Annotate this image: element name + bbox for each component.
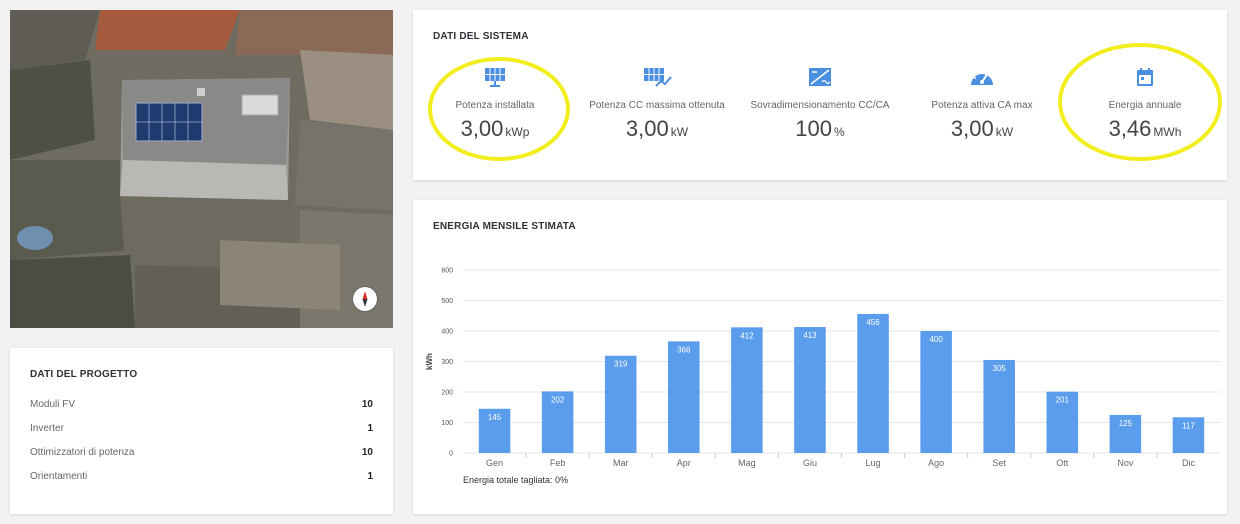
x-tick-label: Apr bbox=[677, 458, 691, 468]
bar-value-label: 400 bbox=[929, 335, 943, 344]
metric-unit: kW bbox=[995, 125, 1014, 139]
x-tick-label: Set bbox=[992, 458, 1006, 468]
dc-ac-ratio-icon bbox=[740, 65, 900, 89]
x-tick-label: Ott bbox=[1056, 458, 1069, 468]
x-tick-label: Ago bbox=[928, 458, 944, 468]
project-row-value: 10 bbox=[361, 447, 373, 458]
bar-value-label: 305 bbox=[993, 364, 1007, 373]
project-row-value: 1 bbox=[367, 471, 373, 482]
compass-icon[interactable] bbox=[353, 287, 377, 311]
metric-label: Energia annuale bbox=[1108, 100, 1182, 111]
project-row-modules: Moduli FV 10 bbox=[30, 399, 373, 410]
metric-value: 3,46 bbox=[1108, 116, 1152, 141]
metric-value: 3,00 bbox=[950, 116, 994, 141]
solar-panel-icon bbox=[415, 65, 575, 89]
aerial-map-view[interactable] bbox=[10, 10, 393, 328]
bar-value-label: 456 bbox=[866, 318, 880, 327]
metric-label: Potenza installata bbox=[455, 100, 535, 111]
metric-unit: kW bbox=[670, 125, 689, 139]
y-tick-label: 600 bbox=[441, 268, 453, 275]
y-tick-label: 200 bbox=[441, 390, 453, 397]
bar bbox=[731, 327, 763, 453]
bar-value-label: 125 bbox=[1119, 419, 1133, 428]
metric-max-dc-power: Potenza CC massima ottenuta 3,00 kW bbox=[577, 65, 737, 142]
y-tick-label: 500 bbox=[441, 298, 453, 305]
x-tick-label: Gen bbox=[486, 458, 503, 468]
project-data-title: DATI DEL PROGETTO bbox=[30, 369, 138, 380]
monthly-energy-chart: 0 100 200 300 400 500 600 kWh 145 Gen 202 Feb 319 Mar… bbox=[425, 268, 1220, 468]
project-row-label: Ottimizzatori di potenza bbox=[30, 447, 135, 458]
bar-value-label: 145 bbox=[488, 413, 502, 422]
bar-value-label: 412 bbox=[740, 331, 754, 340]
metric-max-ac-power: Potenza attiva CA max 3,00 kW bbox=[902, 65, 1062, 142]
y-tick-label: 300 bbox=[441, 359, 453, 366]
project-row-optimizers: Ottimizzatori di potenza 10 bbox=[30, 447, 373, 458]
project-row-value: 10 bbox=[361, 399, 373, 410]
y-tick-label: 0 bbox=[449, 451, 453, 458]
bar bbox=[983, 359, 1015, 453]
metric-unit: MWh bbox=[1153, 125, 1182, 139]
chart-footnote: Energia totale tagliata: 0% bbox=[463, 475, 569, 485]
metric-annual-energy: Energia annuale 3,46 MWh bbox=[1065, 65, 1225, 142]
y-axis-label: kWh bbox=[425, 353, 434, 370]
metric-value: 3,00 bbox=[625, 116, 669, 141]
metric-unit: kWp bbox=[505, 125, 530, 139]
metric-label: Potenza CC massima ottenuta bbox=[589, 100, 725, 111]
x-tick-label: Giu bbox=[803, 458, 817, 468]
bar-value-label: 117 bbox=[1182, 421, 1195, 430]
metric-installed-power: Potenza installata 3,00 kWp bbox=[415, 65, 575, 142]
calendar-icon bbox=[1065, 65, 1225, 89]
metric-value: 100 bbox=[795, 116, 833, 141]
bar-value-label: 366 bbox=[677, 345, 691, 354]
bar bbox=[794, 327, 826, 453]
y-tick-label: 400 bbox=[441, 329, 453, 336]
system-data-title: DATI DEL SISTEMA bbox=[433, 31, 529, 42]
x-tick-label: Dic bbox=[1182, 458, 1195, 468]
bar bbox=[920, 331, 952, 453]
y-tick-label: 100 bbox=[441, 420, 453, 427]
system-data-card: DATI DEL SISTEMA Potenza installata 3,00… bbox=[413, 10, 1227, 180]
x-tick-label: Nov bbox=[1117, 458, 1134, 468]
x-tick-label: Mag bbox=[738, 458, 756, 468]
x-tick-label: Lug bbox=[866, 458, 881, 468]
speedometer-icon bbox=[902, 65, 1062, 89]
project-row-label: Moduli FV bbox=[30, 399, 76, 410]
metric-dc-ac-ratio: Sovradimensionamento CC/CA 100% bbox=[740, 65, 900, 142]
x-tick-label: Mar bbox=[613, 458, 629, 468]
monthly-energy-card: ENERGIA MENSILE STIMATA 0 100 200 300 400 500… bbox=[413, 200, 1227, 514]
bar bbox=[668, 341, 700, 453]
bar-value-label: 202 bbox=[551, 395, 565, 404]
project-row-value: 1 bbox=[367, 423, 373, 434]
bar-value-label: 201 bbox=[1056, 396, 1070, 405]
project-row-inverter: Inverter 1 bbox=[30, 423, 373, 434]
bar bbox=[857, 313, 889, 453]
x-tick-label: Feb bbox=[550, 458, 566, 468]
bar bbox=[604, 355, 637, 453]
project-data-card: DATI DEL PROGETTO Moduli FV 10 Inverter … bbox=[10, 348, 393, 514]
bar-value-label: 319 bbox=[614, 360, 628, 369]
project-row-label: Inverter bbox=[30, 423, 64, 434]
solar-panel-chart-icon bbox=[577, 65, 737, 89]
metric-label: Potenza attiva CA max bbox=[931, 100, 1033, 111]
project-row-label: Orientamenti bbox=[30, 471, 88, 482]
metric-label: Sovradimensionamento CC/CA bbox=[750, 100, 890, 111]
project-row-orientations: Orientamenti 1 bbox=[30, 471, 373, 482]
metric-unit: % bbox=[834, 125, 845, 139]
metric-value: 3,00 bbox=[460, 116, 504, 141]
bar-value-label: 413 bbox=[803, 331, 817, 340]
